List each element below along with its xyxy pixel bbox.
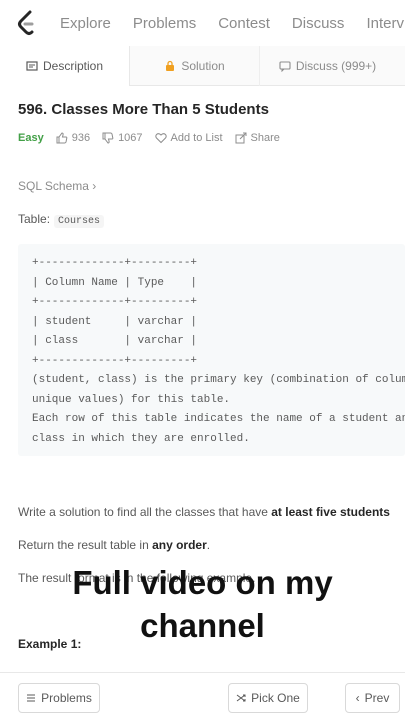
difficulty-badge: Easy	[18, 132, 44, 144]
prev-label: Prev	[364, 691, 390, 705]
shuffle-icon	[236, 694, 246, 702]
code-line: Each row of this table indicates the nam…	[32, 413, 405, 425]
code-line: | class | varchar |	[32, 335, 198, 347]
nav-explore[interactable]: Explore	[60, 15, 111, 32]
code-line: | student | varchar |	[32, 315, 198, 328]
order-text: Return the result table in	[18, 538, 153, 552]
pick-one-label: Pick One	[251, 691, 300, 705]
bottom-bar: Problems Pick One ‹ Prev	[0, 672, 405, 720]
pick-one-button[interactable]: Pick One	[228, 683, 308, 713]
dislike-button[interactable]: 1067	[102, 132, 143, 144]
top-nav: Explore Problems Contest Discuss Intervi…	[0, 0, 405, 46]
tab-solution-label: Solution	[181, 59, 225, 73]
add-to-list-button[interactable]: Add to List	[154, 132, 223, 144]
tab-description[interactable]: Description	[0, 46, 130, 86]
statement-paragraph: Write a solution to find all the classes…	[18, 505, 390, 519]
chevron-left-icon: ‹	[355, 691, 360, 705]
statement-emphasis: at least five students	[271, 505, 390, 519]
code-line: +-------------+---------+	[32, 354, 198, 367]
discuss-icon	[279, 61, 291, 72]
tab-discuss-label: Discuss (999+)	[295, 59, 377, 73]
problems-label: Problems	[41, 691, 92, 705]
share-label: Share	[250, 132, 280, 144]
heart-icon	[154, 133, 167, 144]
schema-code-block: +-------------+---------+ | Column Name …	[18, 244, 405, 456]
code-line: +-------------+---------+	[32, 296, 198, 308]
like-button[interactable]: 936	[56, 132, 90, 144]
order-period: .	[206, 538, 211, 552]
problem-meta: Easy 936 1067 Add to List Share	[18, 132, 292, 144]
description-icon	[26, 61, 38, 71]
order-emphasis: any order	[152, 538, 207, 552]
share-icon	[235, 132, 247, 144]
code-line: (student, class) is the primary key (com…	[32, 374, 405, 386]
thumbs-down-icon	[102, 132, 114, 144]
prev-button[interactable]: ‹ Prev	[345, 683, 400, 713]
table-name: Courses	[54, 215, 105, 228]
overlay-caption-line1: Full video on my	[72, 564, 333, 601]
sql-schema-link[interactable]: SQL Schema ›	[18, 179, 96, 193]
code-line: | Column Name | Type |	[32, 276, 198, 289]
share-button[interactable]: Share	[235, 132, 280, 144]
problem-title: 596. Classes More Than 5 Students	[18, 101, 269, 118]
problems-button[interactable]: Problems	[18, 683, 100, 713]
statement-text: Write a solution to find all the classes…	[18, 505, 272, 519]
nav-contest[interactable]: Contest	[218, 15, 270, 32]
schema-code: +-------------+---------+ | Column Name …	[32, 254, 405, 449]
code-line: unique values) for this table.	[32, 393, 231, 406]
overlay-caption-line2: channel	[140, 607, 265, 644]
lock-icon	[166, 60, 175, 71]
nav-discuss[interactable]: Discuss	[292, 15, 345, 32]
tab-discuss[interactable]: Discuss (999+)	[260, 46, 395, 86]
table-label: Table:	[18, 212, 51, 226]
nav-problems[interactable]: Problems	[133, 15, 196, 32]
dislikes-count: 1067	[118, 132, 143, 144]
tab-solution[interactable]: Solution	[130, 46, 260, 86]
problem-tabs: Description Solution Discuss (999+)	[0, 46, 405, 86]
nav-interview[interactable]: Interview	[366, 15, 405, 32]
code-line: +-------------+---------+	[32, 257, 198, 269]
table-line: Table: Courses	[18, 212, 105, 228]
order-paragraph: Return the result table in any order.	[18, 538, 210, 552]
leetcode-logo[interactable]	[16, 8, 38, 38]
list-icon	[27, 694, 36, 702]
add-to-list-label: Add to List	[170, 132, 223, 144]
likes-count: 936	[71, 132, 91, 144]
code-line: class in which they are enrolled.	[32, 432, 250, 445]
thumbs-up-icon	[56, 132, 68, 144]
tab-description-label: Description	[42, 59, 104, 73]
